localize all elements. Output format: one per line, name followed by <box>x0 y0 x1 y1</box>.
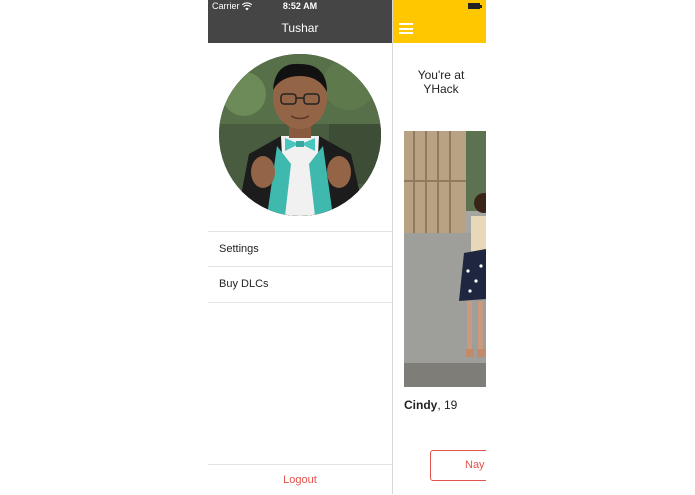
profile-photo[interactable] <box>404 131 486 387</box>
status-bar: Carrier 8:52 AM <box>208 0 392 13</box>
profile-age: , 19 <box>437 398 458 412</box>
location-line-1: You're at <box>417 68 465 82</box>
menu-item-settings[interactable]: Settings <box>208 231 392 266</box>
nav-bar <box>393 0 486 43</box>
nay-button[interactable]: Nay <box>430 450 486 481</box>
logout-button[interactable]: Logout <box>208 464 392 494</box>
avatar-photo <box>219 54 381 216</box>
battery-icon <box>468 3 480 9</box>
drawer-header-title: Tushar <box>208 13 392 43</box>
menu-item-buy-dlcs[interactable]: Buy DLCs <box>208 266 392 301</box>
profile-photo-image <box>404 131 486 387</box>
battery-tip <box>480 5 482 8</box>
menu-divider <box>208 302 392 303</box>
location-line-2: YHack <box>423 82 459 96</box>
side-drawer: Carrier 8:52 AM Tushar Settings Buy DLCs… <box>208 0 392 494</box>
profile-name: Cindy <box>404 398 438 412</box>
status-time: 8:52 AM <box>282 1 318 11</box>
hamburger-icon[interactable] <box>399 23 413 34</box>
menu-item-label: Buy DLCs <box>219 278 269 290</box>
location-text: You're at YHack <box>393 68 486 96</box>
avatar[interactable] <box>219 54 381 216</box>
menu-item-label: Settings <box>219 243 259 255</box>
profile-caption: Cindy, 19 <box>404 398 457 412</box>
main-screen: You're at YHack Cindy, 19 Nay <box>393 0 486 494</box>
